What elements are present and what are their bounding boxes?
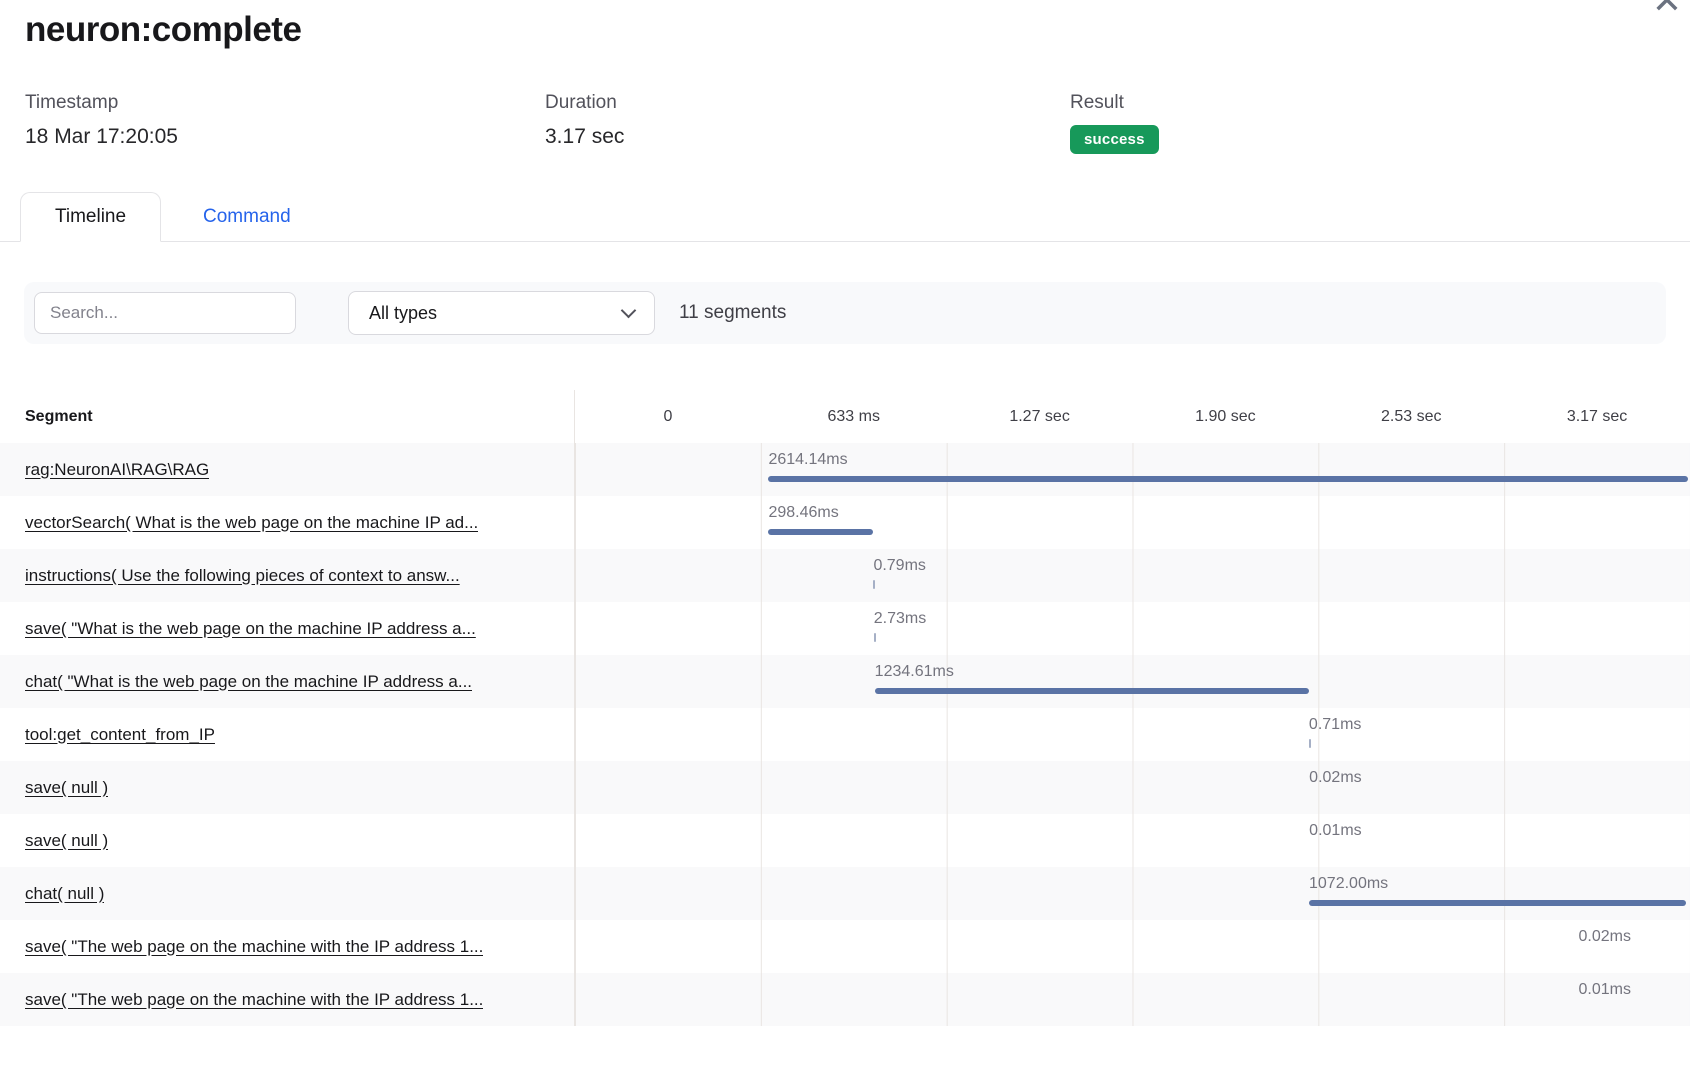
table-row: save( "The web page on the machine with …	[0, 920, 1690, 973]
axis-tick: 1.27 sec	[947, 390, 1133, 443]
timeline-table-header: Segment 0 633 ms 1.27 sec 1.90 sec 2.53 …	[0, 390, 1690, 443]
segment-link[interactable]: save( "What is the web page on the machi…	[25, 619, 476, 639]
meta-row: Timestamp 18 Mar 17:20:05 Duration 3.17 …	[25, 92, 1665, 154]
duration-label: 298.46ms	[768, 504, 838, 522]
duration-bar	[1309, 739, 1311, 748]
segment-column-header: Segment	[0, 390, 574, 443]
table-row: vectorSearch( What is the web page on th…	[0, 496, 1690, 549]
segment-link[interactable]: instructions( Use the following pieces o…	[25, 566, 460, 586]
segment-link[interactable]: rag:NeuronAI\RAG\RAG	[25, 460, 209, 480]
duration-label: 0.01ms	[1579, 981, 1631, 999]
duration-label: 1072.00ms	[1309, 875, 1388, 893]
table-row: save( null ) 0.01ms	[0, 814, 1690, 867]
meta-result: Result success	[1070, 92, 1665, 154]
close-icon[interactable]: ✕	[1652, 0, 1682, 19]
timeline-cell: 0.71ms	[574, 708, 1690, 761]
duration-bar	[768, 529, 873, 535]
meta-duration: Duration 3.17 sec	[545, 92, 1070, 154]
table-row: chat( null ) 1072.00ms	[0, 867, 1690, 920]
segment-link[interactable]: chat( "What is the web page on the machi…	[25, 672, 472, 692]
segment-cell: rag:NeuronAI\RAG\RAG	[0, 443, 574, 496]
duration-value: 3.17 sec	[545, 125, 1070, 149]
axis-tick: 1.90 sec	[1132, 390, 1318, 443]
duration-label: 2614.14ms	[768, 451, 847, 469]
timeline-cell: 0.02ms	[574, 920, 1690, 973]
duration-bar	[768, 476, 1687, 482]
timeline-cell: 0.02ms	[574, 761, 1690, 814]
segment-link[interactable]: vectorSearch( What is the web page on th…	[25, 513, 478, 533]
timeline-cell: 2614.14ms	[574, 443, 1690, 496]
duration-label: 0.01ms	[1309, 822, 1361, 840]
timeline-cell: 298.46ms	[574, 496, 1690, 549]
axis-tick: 2.53 sec	[1318, 390, 1504, 443]
segment-cell: instructions( Use the following pieces o…	[0, 549, 574, 602]
status-badge: success	[1070, 125, 1159, 154]
timeline-cell: 2.73ms	[574, 602, 1690, 655]
segment-link[interactable]: save( "The web page on the machine with …	[25, 990, 483, 1010]
timestamp-label: Timestamp	[25, 92, 545, 114]
timeline-cell: 0.01ms	[574, 814, 1690, 867]
duration-label: 0.02ms	[1579, 928, 1631, 946]
trace-detail-panel: ✕ neuron:complete Timestamp 18 Mar 17:20…	[0, 0, 1690, 1083]
duration-label: 0.02ms	[1309, 769, 1361, 787]
meta-timestamp: Timestamp 18 Mar 17:20:05	[25, 92, 545, 154]
table-row: save( "The web page on the machine with …	[0, 973, 1690, 1026]
type-filter-value: All types	[369, 303, 437, 324]
segment-cell: save( null )	[0, 761, 574, 814]
tab-timeline[interactable]: Timeline	[20, 192, 161, 242]
tab-command[interactable]: Command	[161, 192, 333, 241]
segment-link[interactable]: save( "The web page on the machine with …	[25, 937, 483, 957]
table-row: instructions( Use the following pieces o…	[0, 549, 1690, 602]
segment-link[interactable]: chat( null )	[25, 884, 104, 904]
table-row: tool:get_content_from_IP 0.71ms	[0, 708, 1690, 761]
duration-label: 0.79ms	[873, 557, 925, 575]
segment-link[interactable]: tool:get_content_from_IP	[25, 725, 215, 745]
timeline-cell: 1234.61ms	[574, 655, 1690, 708]
segment-cell: save( "The web page on the machine with …	[0, 973, 574, 1026]
segment-link[interactable]: save( null )	[25, 778, 108, 798]
axis-tick: 633 ms	[761, 390, 947, 443]
duration-bar	[873, 580, 875, 589]
segment-cell: save( null )	[0, 814, 574, 867]
page-title: neuron:complete	[25, 10, 301, 50]
search-input[interactable]	[34, 292, 296, 334]
time-axis: 0 633 ms 1.27 sec 1.90 sec 2.53 sec 3.17…	[574, 390, 1690, 443]
timestamp-value: 18 Mar 17:20:05	[25, 125, 545, 149]
segments-count: 11 segments	[679, 302, 786, 324]
segment-cell: tool:get_content_from_IP	[0, 708, 574, 761]
duration-bar	[874, 633, 876, 642]
segment-cell: chat( null )	[0, 867, 574, 920]
segment-rows: rag:NeuronAI\RAG\RAG 2614.14ms vectorSea…	[0, 443, 1690, 1026]
duration-bar	[875, 688, 1309, 694]
chevron-down-icon	[621, 303, 637, 319]
segment-link[interactable]: save( null )	[25, 831, 108, 851]
table-row: save( null ) 0.02ms	[0, 761, 1690, 814]
axis-tick: 0	[575, 390, 761, 443]
table-row: rag:NeuronAI\RAG\RAG 2614.14ms	[0, 443, 1690, 496]
duration-bar	[1309, 900, 1686, 906]
filter-bar: All types 11 segments	[24, 282, 1666, 344]
timeline-cell: 0.01ms	[574, 973, 1690, 1026]
timeline-cell: 1072.00ms	[574, 867, 1690, 920]
segment-cell: chat( "What is the web page on the machi…	[0, 655, 574, 708]
duration-label: 2.73ms	[874, 610, 926, 628]
type-filter-select[interactable]: All types	[348, 291, 655, 335]
duration-label: Duration	[545, 92, 1070, 114]
timeline-cell: 0.79ms	[574, 549, 1690, 602]
segment-cell: save( "What is the web page on the machi…	[0, 602, 574, 655]
duration-label: 1234.61ms	[875, 663, 954, 681]
result-label: Result	[1070, 92, 1665, 114]
table-row: save( "What is the web page on the machi…	[0, 602, 1690, 655]
table-row: chat( "What is the web page on the machi…	[0, 655, 1690, 708]
tab-bar: Timeline Command	[0, 192, 1690, 242]
segment-cell: save( "The web page on the machine with …	[0, 920, 574, 973]
segment-cell: vectorSearch( What is the web page on th…	[0, 496, 574, 549]
axis-tick: 3.17 sec	[1504, 390, 1690, 443]
duration-label: 0.71ms	[1309, 716, 1361, 734]
